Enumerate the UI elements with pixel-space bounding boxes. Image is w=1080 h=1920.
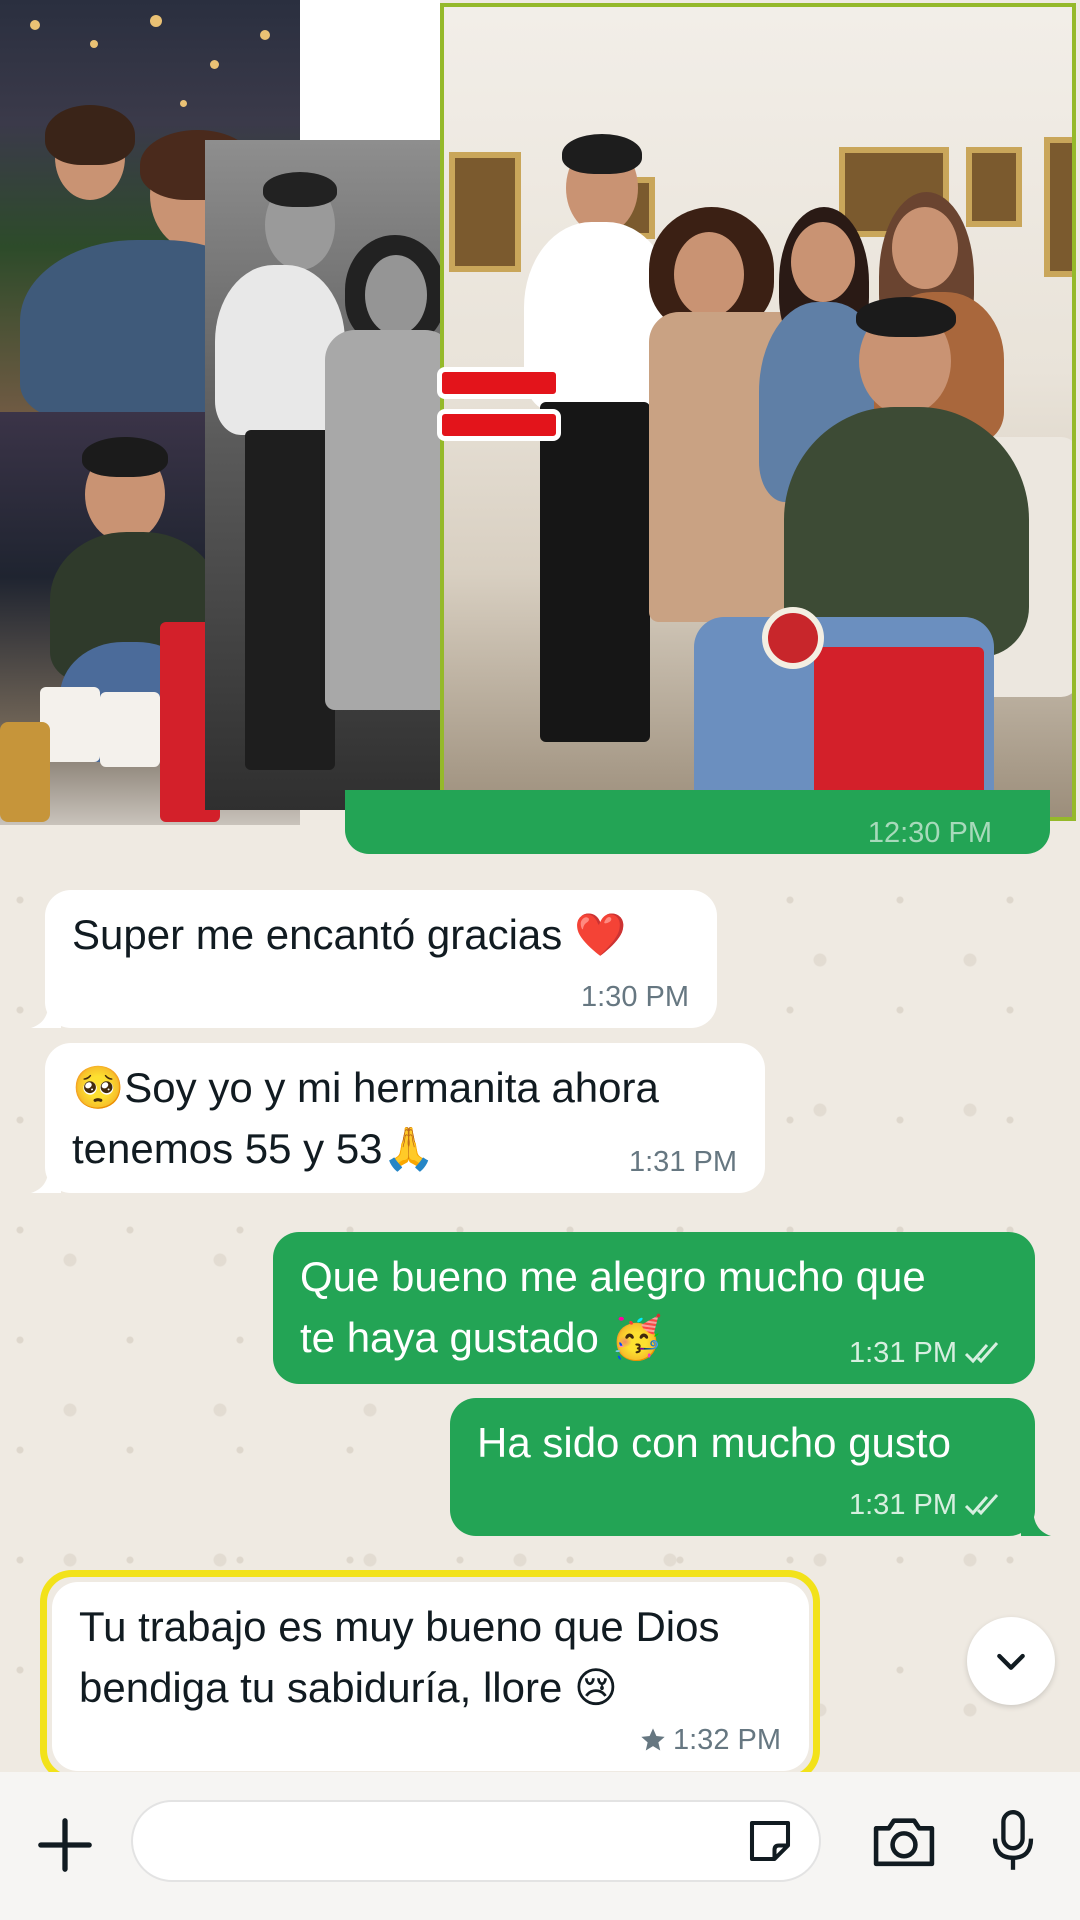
- message-meta: 1:31 PM: [849, 1336, 1007, 1370]
- message-time: 1:31 PM: [629, 1146, 737, 1178]
- image-message-footer: 12:30 PM: [345, 790, 1050, 854]
- message-text: Ha sido con mucho gusto: [477, 1419, 951, 1466]
- outgoing-message[interactable]: Ha sido con mucho gusto 1:31 PM: [450, 1398, 1051, 1536]
- plus-icon: [38, 1818, 92, 1872]
- voice-message-button[interactable]: [980, 1800, 1046, 1882]
- scroll-to-bottom-button[interactable]: [967, 1617, 1055, 1705]
- highlight-outline: [40, 1570, 820, 1782]
- attach-button[interactable]: [30, 1810, 100, 1880]
- incoming-message[interactable]: 🥺Soy yo y mi hermanita ahora tenemos 55 …: [31, 1043, 765, 1193]
- message-meta: 12:30 PM: [868, 816, 992, 850]
- read-receipt-icon: [964, 1494, 999, 1516]
- camera-icon: [873, 1818, 935, 1867]
- microphone-icon: [992, 1810, 1034, 1870]
- sticker-icon: [749, 1820, 791, 1862]
- outgoing-message[interactable]: Que bueno me alegro mucho que te haya gu…: [273, 1232, 1035, 1384]
- chevron-down-icon: [997, 1653, 1025, 1670]
- message-meta: 1:30 PM: [581, 980, 689, 1014]
- compose-bar: [0, 1772, 1080, 1920]
- camera-button[interactable]: [866, 1806, 942, 1876]
- message-time: 1:31 PM: [849, 1337, 957, 1369]
- message-time: 1:31 PM: [849, 1489, 957, 1521]
- bubble-tail: [31, 998, 61, 1028]
- incoming-message[interactable]: Super me encantó gracias ❤️ 1:30 PM: [31, 890, 717, 1028]
- message-meta: 1:31 PM: [629, 1145, 737, 1179]
- message-time: 12:30 PM: [867, 817, 992, 849]
- message-text: Super me encantó gracias ❤️: [72, 911, 627, 958]
- read-receipt-icon: [964, 1342, 999, 1364]
- message-time: 1:30 PM: [581, 981, 689, 1013]
- blank-panel: [300, 0, 440, 140]
- message-input[interactable]: [131, 1800, 821, 1882]
- vintage-photo: [205, 140, 440, 810]
- equal-sign: [437, 367, 561, 447]
- bubble-tail: [1021, 1506, 1051, 1536]
- photo-message[interactable]: [0, 0, 1080, 825]
- sticker-button[interactable]: [735, 1808, 805, 1874]
- message-meta: 1:31 PM: [849, 1488, 1007, 1522]
- bubble-tail: [31, 1163, 61, 1193]
